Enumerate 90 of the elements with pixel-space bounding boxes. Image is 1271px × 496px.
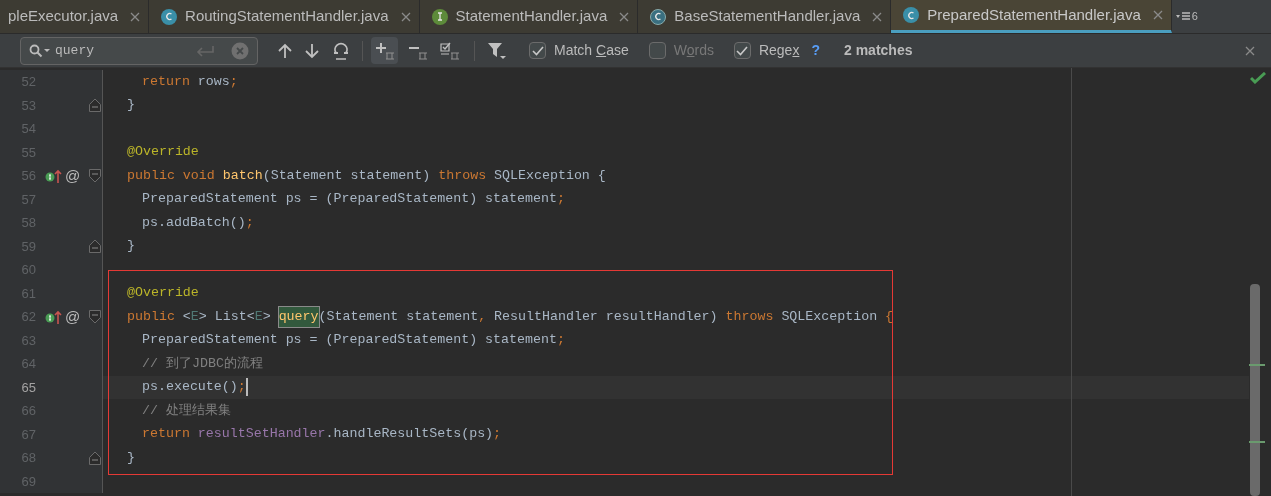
search-icon[interactable] <box>29 43 51 58</box>
fold-icon[interactable] <box>89 239 101 254</box>
override-marker[interactable]: @ <box>65 168 81 184</box>
code-token: PreparedStatement ps = (PreparedStatement) statement <box>142 331 557 350</box>
checkbox[interactable] <box>733 42 751 59</box>
code-token: SQLException <box>781 307 879 326</box>
list-icon <box>1175 11 1190 22</box>
code-token: .handleResultSets(ps) <box>325 425 494 444</box>
code-token: E <box>190 307 199 326</box>
select-all-checklist-icon[interactable] <box>438 41 462 60</box>
code-token: return <box>142 425 191 444</box>
checkmark-icon <box>531 45 544 56</box>
close-icon[interactable] <box>619 11 630 22</box>
code-comment: // 到了JDBC的流程 <box>142 354 263 373</box>
close-icon[interactable] <box>1245 45 1255 56</box>
code-token: { <box>885 307 894 326</box>
code-token: throws <box>725 307 775 326</box>
close-icon[interactable] <box>872 11 883 22</box>
code-token: return <box>142 72 190 91</box>
code-token: @Override <box>127 143 199 162</box>
code-token: throws <box>438 166 488 185</box>
match-count: 2 matches <box>843 41 913 60</box>
class-icon <box>903 7 920 23</box>
search-field[interactable]: query <box>20 36 258 65</box>
code-token: (Statement statement <box>318 307 479 326</box>
code-token: } <box>127 448 135 467</box>
checkbox[interactable] <box>648 42 666 59</box>
code-token: ps.execute() <box>142 378 238 397</box>
override-marker[interactable]: @ <box>65 309 81 325</box>
code-token: , <box>478 307 488 326</box>
code-token: < <box>182 307 191 326</box>
check-icon <box>1250 72 1266 84</box>
editor-tab[interactable]: RoutingStatementHandler.java <box>149 0 420 33</box>
fold-icon[interactable] <box>89 98 101 113</box>
code-token: resultSetHandler <box>197 425 326 444</box>
editor-tab[interactable]: StatementHandler.java <box>419 0 639 33</box>
code-token: > List< <box>198 307 255 326</box>
arrow-down-icon[interactable] <box>305 42 319 59</box>
option-label[interactable]: Regex <box>758 40 800 61</box>
fold-icon[interactable] <box>89 309 101 324</box>
interface-icon <box>431 8 448 25</box>
code-token: (Statement statement) <box>262 166 432 185</box>
code-token: batch <box>222 166 263 185</box>
code-token: ps.addBatch() <box>142 213 246 232</box>
fold-icon[interactable] <box>89 168 101 183</box>
code-token: public <box>127 307 176 326</box>
match-marker <box>1249 364 1265 366</box>
code-token: } <box>127 96 135 115</box>
checkbox[interactable] <box>529 42 546 59</box>
checkmark-icon <box>736 45 749 56</box>
option-label[interactable]: Match Case <box>554 40 629 61</box>
text-caret <box>245 378 248 397</box>
help-link[interactable]: ? <box>811 40 820 61</box>
search-match: query <box>278 306 319 327</box>
match-marker <box>1249 441 1265 443</box>
code-token: ; <box>556 331 565 350</box>
abstract-class-icon <box>650 8 667 25</box>
close-icon[interactable] <box>1152 10 1163 20</box>
add-occurrence-button[interactable] <box>371 37 398 64</box>
code-token: SQLException { <box>494 166 606 185</box>
implements-marker-icon[interactable] <box>45 167 62 184</box>
line-number: 65 <box>20 378 36 397</box>
code-token: ; <box>237 378 246 397</box>
code-token: E <box>254 307 263 326</box>
code-token: ; <box>556 190 565 209</box>
code-token: ; <box>229 72 238 91</box>
code-token: ; <box>245 213 254 232</box>
code-token: public void <box>127 166 216 185</box>
editor-tab[interactable]: pleExecutor.java <box>0 0 150 33</box>
close-icon[interactable] <box>130 11 141 22</box>
code-comment: // 处理结果集 <box>142 401 231 420</box>
class-icon <box>161 8 178 25</box>
fold-icon[interactable] <box>89 450 101 465</box>
enter-icon <box>195 44 215 57</box>
editor-tab[interactable]: PreparedStatementHandler.java <box>891 0 1172 33</box>
code-token: PreparedStatement ps = (PreparedStatement) statement <box>142 190 557 209</box>
code-token: > <box>262 307 272 326</box>
tab-overflow-button[interactable]: 6 <box>1171 0 1202 33</box>
arrow-up-icon[interactable] <box>278 42 292 59</box>
code-token: } <box>127 237 135 256</box>
editor-tab[interactable]: BaseStatementHandler.java <box>638 0 892 33</box>
scrollbar-thumb[interactable] <box>1250 284 1260 496</box>
clear-icon[interactable] <box>231 41 249 60</box>
code-token: @Override <box>127 284 199 303</box>
code-token: rows <box>196 72 230 91</box>
code-token: ResultHandler resultHandler) <box>494 307 719 326</box>
filter-icon[interactable] <box>487 40 507 61</box>
close-icon[interactable] <box>400 11 411 22</box>
code-token: ; <box>493 425 502 444</box>
implements-marker-icon[interactable] <box>45 308 62 325</box>
